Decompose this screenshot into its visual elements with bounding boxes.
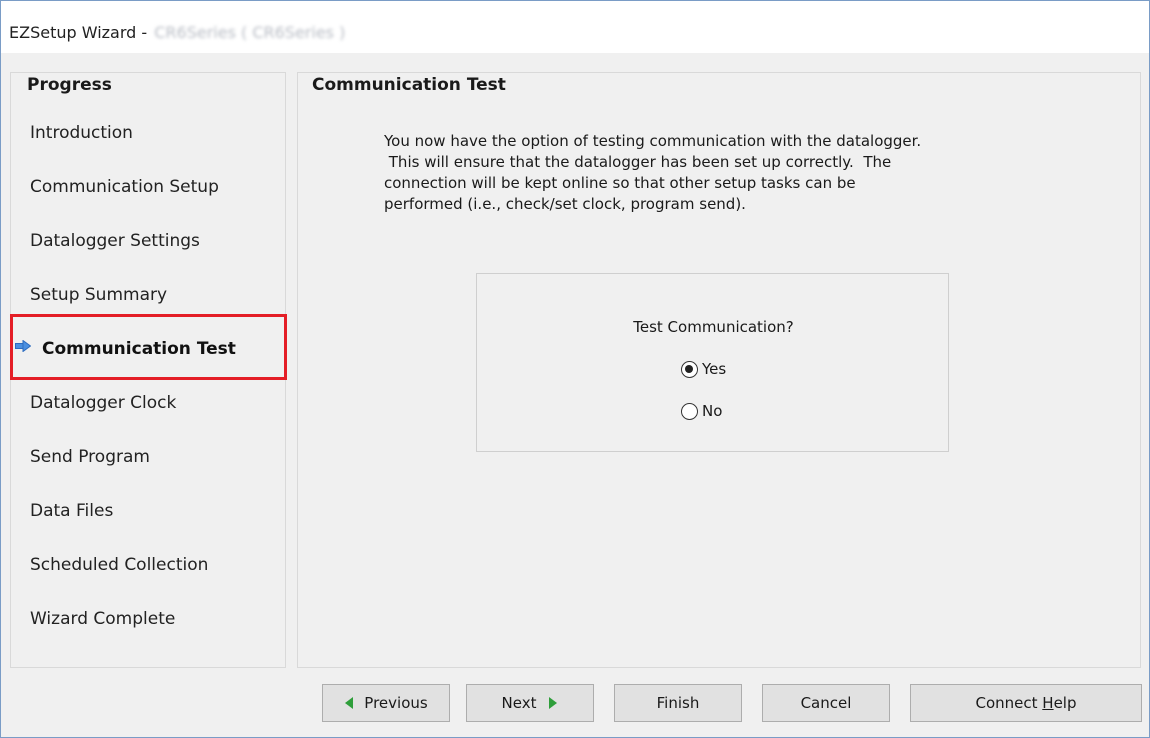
radio-yes-indicator[interactable]	[681, 360, 698, 378]
radio-no-indicator[interactable]	[681, 402, 698, 420]
description-line: This will ensure that the datalogger has…	[384, 153, 892, 171]
previous-button-label: Previous	[364, 694, 428, 712]
radio-yes[interactable]: Yes	[681, 360, 726, 378]
finish-button-label: Finish	[656, 694, 700, 712]
window-title-obscured: CR6Series ( CR6Series )	[154, 23, 346, 42]
connect-help-button[interactable]: Connect Help	[910, 684, 1142, 722]
finish-button[interactable]: Finish	[614, 684, 742, 722]
title-bar: EZSetup Wizard - CR6Series ( CR6Series )	[1, 1, 1149, 53]
next-button[interactable]: Next	[466, 684, 594, 722]
left-arrow-icon	[345, 697, 354, 709]
step-communication-setup[interactable]: Communication Setup	[30, 177, 219, 197]
connect-help-button-label: Connect Help	[976, 694, 1077, 712]
cancel-button-label: Cancel	[800, 694, 852, 712]
previous-button[interactable]: Previous	[322, 684, 450, 722]
description-line: connection will be kept online so that o…	[384, 174, 856, 192]
step-setup-summary[interactable]: Setup Summary	[30, 285, 167, 305]
test-communication-question: Test Communication?	[633, 318, 794, 336]
step-scheduled-collection[interactable]: Scheduled Collection	[30, 555, 208, 575]
active-step-highlight	[10, 314, 287, 380]
window-title: EZSetup Wizard - CR6Series ( CR6Series )	[9, 23, 345, 42]
radio-no-label[interactable]: No	[702, 402, 722, 420]
description-line: performed (i.e., check/set clock, progra…	[384, 195, 746, 213]
step-wizard-complete[interactable]: Wizard Complete	[30, 609, 175, 629]
progress-heading: Progress	[27, 75, 112, 95]
step-datalogger-settings[interactable]: Datalogger Settings	[30, 231, 200, 251]
step-data-files[interactable]: Data Files	[30, 501, 113, 521]
step-datalogger-clock[interactable]: Datalogger Clock	[30, 393, 176, 413]
connect-help-label-prefix: Connect	[975, 694, 1043, 712]
right-arrow-icon	[549, 697, 558, 709]
radio-no[interactable]: No	[681, 402, 722, 420]
step-send-program[interactable]: Send Program	[30, 447, 150, 467]
connect-help-label-suffix: elp	[1053, 694, 1077, 712]
cancel-button[interactable]: Cancel	[762, 684, 890, 722]
step-introduction[interactable]: Introduction	[30, 123, 133, 143]
radio-yes-label[interactable]: Yes	[702, 360, 726, 378]
connect-help-label-accelerator: H	[1042, 694, 1054, 712]
description-line: You now have the option of testing commu…	[384, 132, 922, 150]
test-communication-group: Test Communication? Yes No	[476, 273, 949, 452]
next-button-label: Next	[501, 694, 537, 712]
page-title: Communication Test	[312, 75, 506, 95]
description-text: You now have the option of testing commu…	[384, 131, 1084, 215]
window-title-text: EZSetup Wizard -	[9, 23, 153, 42]
